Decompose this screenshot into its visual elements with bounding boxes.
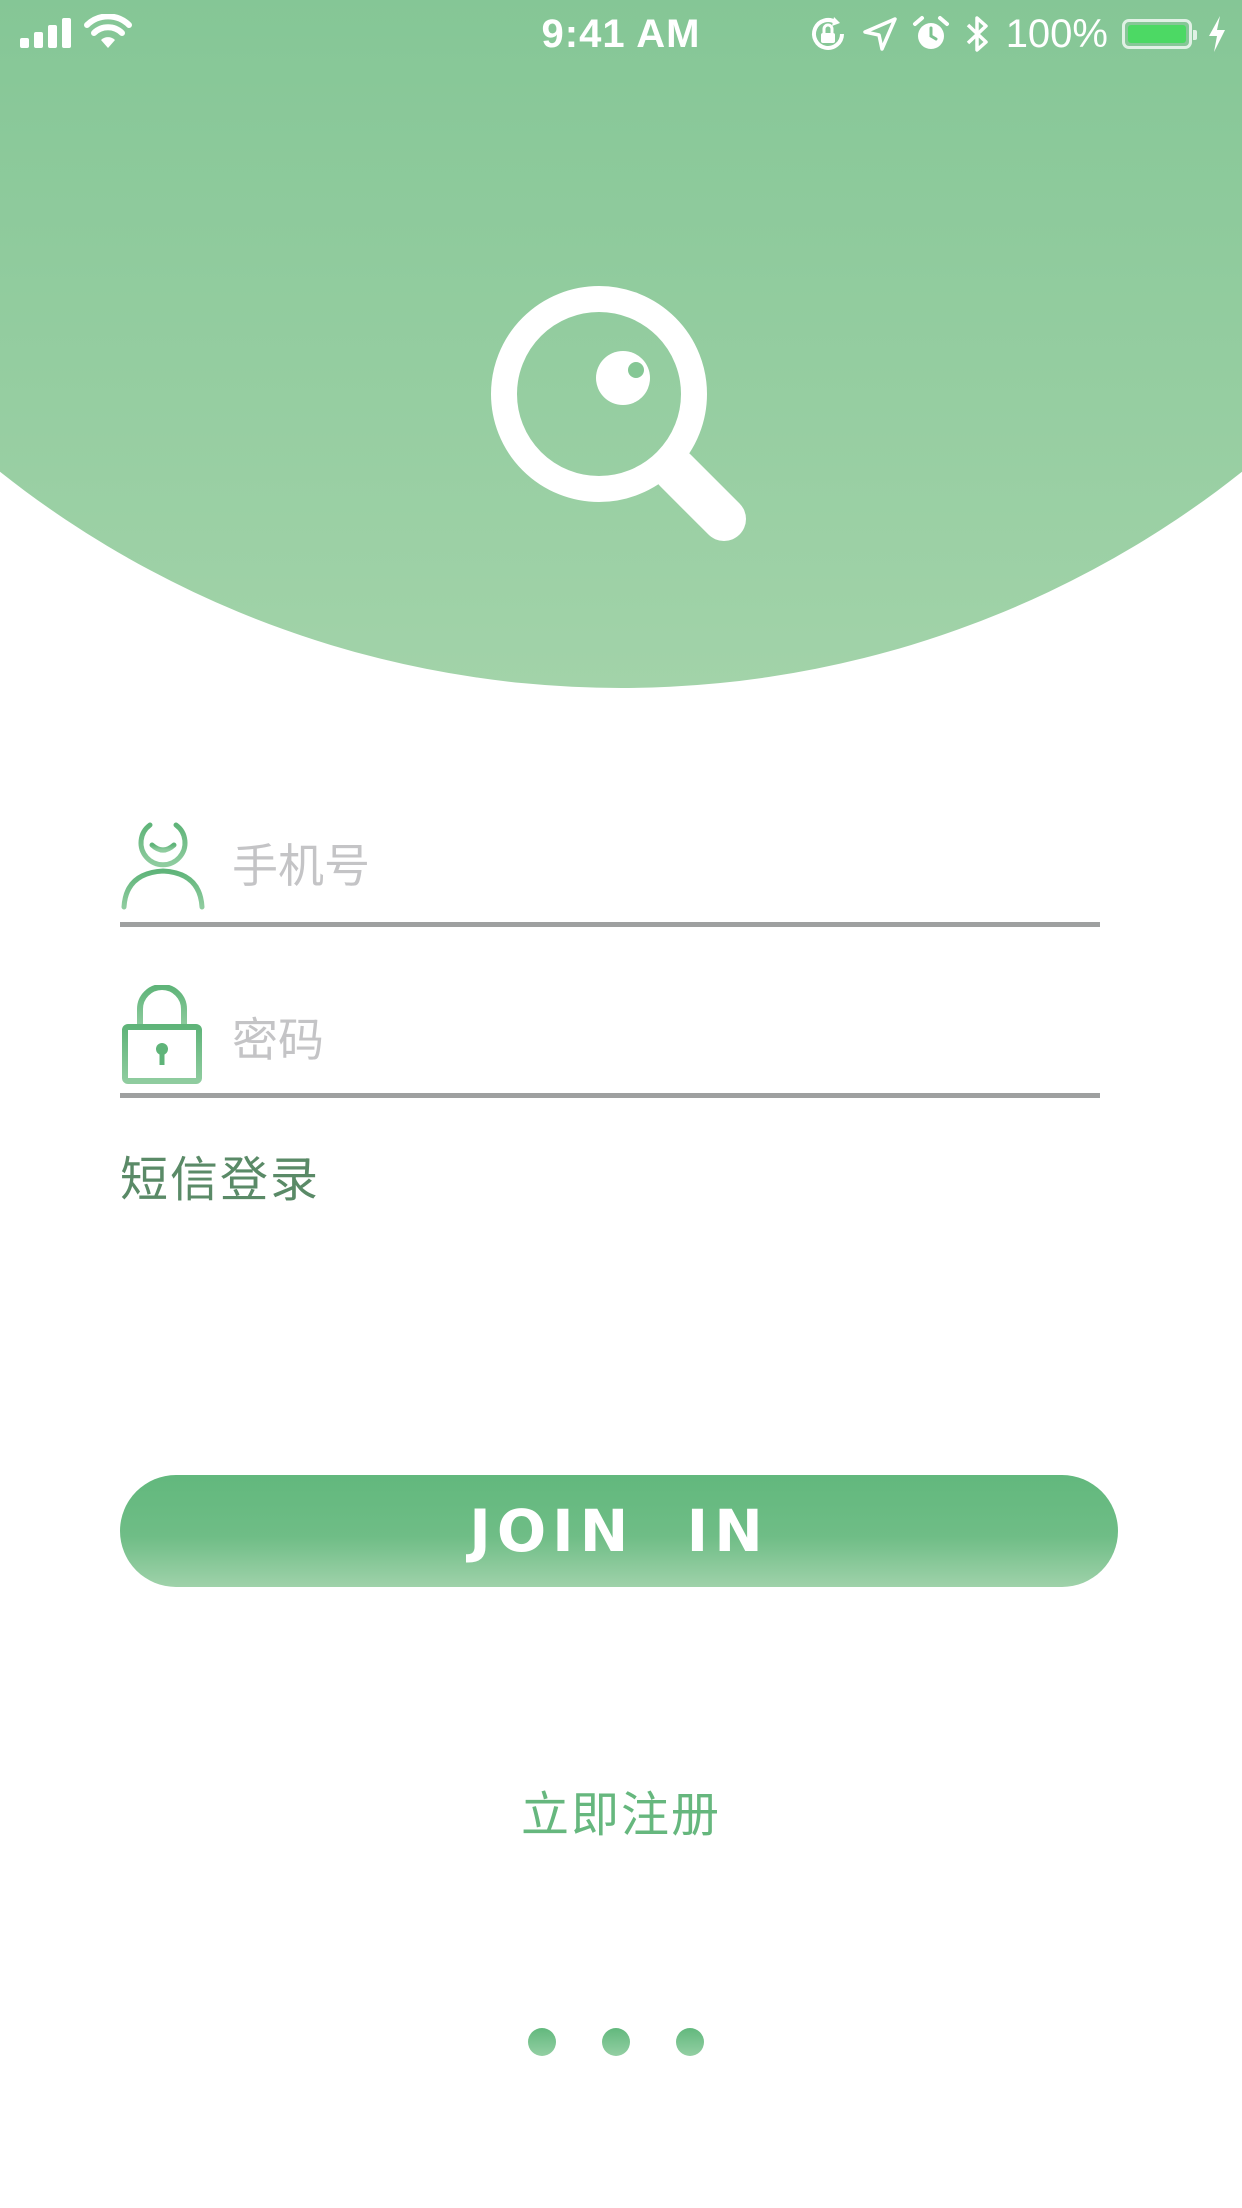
- page-indicator: [528, 2028, 704, 2056]
- sms-login-link[interactable]: 短信登录: [120, 1140, 320, 1210]
- user-icon: [121, 822, 205, 910]
- page-dot[interactable]: [602, 2028, 630, 2056]
- alarm-icon: [912, 16, 949, 49]
- register-link[interactable]: 立即注册: [0, 1775, 1242, 1845]
- phone-input[interactable]: [232, 833, 1032, 899]
- bluetooth-icon: [966, 16, 988, 52]
- charging-icon: [1209, 16, 1225, 52]
- battery-percent: 100%: [1005, 11, 1108, 56]
- password-underline: [120, 1093, 1100, 1098]
- password-field: [120, 985, 1100, 1100]
- page-dot[interactable]: [676, 2028, 704, 2056]
- join-in-button[interactable]: JOIN IN: [120, 1475, 1118, 1587]
- magnifier-eye-icon: [491, 286, 746, 541]
- join-in-label: JOIN IN: [469, 1497, 769, 1565]
- password-input[interactable]: [232, 1007, 1032, 1073]
- lock-icon: [122, 985, 202, 1084]
- battery-icon: [1122, 19, 1197, 49]
- status-bar: 9:41 AM 100%: [0, 0, 1242, 66]
- page-dot[interactable]: [528, 2028, 556, 2056]
- phone-field: [120, 815, 1100, 930]
- phone-underline: [120, 922, 1100, 927]
- location-icon: [862, 17, 897, 51]
- orientation-lock-icon: [811, 17, 844, 50]
